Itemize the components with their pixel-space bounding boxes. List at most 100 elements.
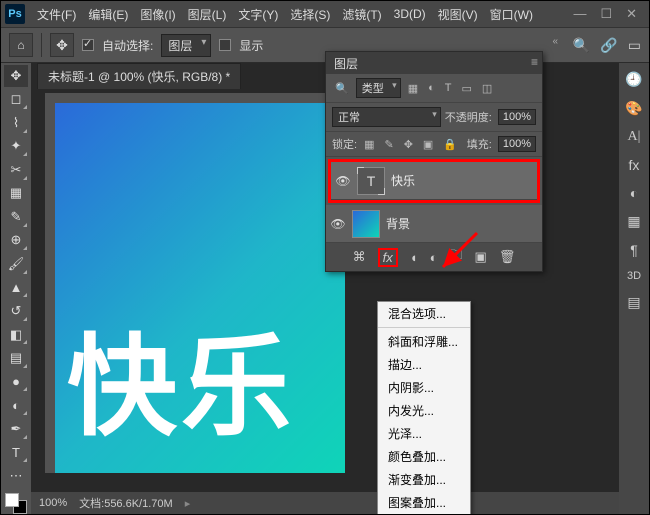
swatches-panel-icon[interactable]: ▦ [627, 213, 640, 230]
layer-row[interactable]: 👁 T 快乐 [331, 162, 537, 200]
move-tool-icon[interactable]: ✥ [50, 33, 74, 57]
minimize-icon[interactable]: — [573, 6, 586, 22]
type-tool[interactable]: T [4, 442, 28, 464]
filter-adjust-icon[interactable]: ◐ [425, 82, 438, 94]
menu-window[interactable]: 窗口(W) [484, 6, 539, 23]
healing-tool[interactable]: ⊕ [4, 230, 28, 252]
filter-pixel-icon[interactable]: ▦ [405, 82, 421, 95]
dodge-tool[interactable]: ◐ [4, 394, 28, 416]
visibility-toggle-icon[interactable]: 👁 [330, 217, 346, 231]
move-tool[interactable]: ✥ [4, 65, 28, 87]
layer-mask-icon[interactable]: ◖ [410, 250, 418, 265]
character-panel-icon[interactable]: A| [628, 129, 641, 145]
panel-menu-icon[interactable]: ≡ [531, 55, 538, 69]
layer-row[interactable]: 👁 背景 [326, 205, 542, 243]
menu-filter[interactable]: 滤镜(T) [336, 6, 387, 23]
blur-tool[interactable]: ● [4, 371, 28, 393]
fx-satin[interactable]: 光泽... [378, 422, 470, 445]
lock-brush-icon[interactable]: ✎ [381, 138, 396, 151]
lasso-tool[interactable]: ⌇ [4, 112, 28, 134]
opacity-value[interactable]: 100% [498, 109, 536, 125]
fx-stroke[interactable]: 描边... [378, 353, 470, 376]
panel-collapse-icon[interactable]: « [552, 36, 558, 47]
paragraph-panel-icon[interactable]: ¶ [630, 242, 638, 258]
arrange-icon[interactable]: ▭ [628, 37, 641, 54]
maximize-icon[interactable]: ☐ [600, 6, 612, 22]
auto-select-checkbox[interactable] [82, 39, 94, 51]
menu-select[interactable]: 选择(S) [284, 6, 336, 23]
menu-image[interactable]: 图像(I) [134, 6, 181, 23]
fx-bevel-emboss[interactable]: 斜面和浮雕... [378, 330, 470, 353]
auto-select-dropdown[interactable]: 图层 [161, 34, 211, 57]
history-panel-icon[interactable]: 🕘 [625, 71, 642, 88]
share-icon[interactable]: 🔗 [600, 37, 617, 54]
styles-panel-icon[interactable]: fx [629, 157, 640, 173]
home-icon[interactable]: ⌂ [9, 33, 33, 57]
layers-panel: « 图层 ≡ 🔍 类型 ▦ ◐ T ▭ ◫ 正常 不透明度: 100% 锁定: … [325, 51, 543, 272]
menu-file[interactable]: 文件(F) [31, 6, 82, 23]
3d-panel-icon[interactable]: 3D [627, 270, 641, 282]
pen-tool[interactable]: ✒ [4, 418, 28, 440]
lock-position-icon[interactable]: ✥ [401, 138, 416, 151]
layer-fx-button[interactable]: fx [378, 248, 398, 267]
close-icon[interactable]: ✕ [626, 6, 637, 22]
lock-pixels-icon[interactable]: ▦ [361, 138, 377, 151]
status-chevron-icon[interactable]: ▸ [185, 497, 191, 510]
layer-list: 👁 T 快乐 👁 背景 [326, 159, 542, 243]
blend-mode-dropdown[interactable]: 正常 [332, 107, 441, 127]
fx-inner-shadow[interactable]: 内阴影... [378, 376, 470, 399]
frame-tool[interactable]: ▦ [4, 183, 28, 205]
menu-3d[interactable]: 3D(D) [388, 7, 432, 21]
fill-value[interactable]: 100% [498, 136, 536, 152]
canvas-text-layer: 快乐 [67, 333, 295, 443]
filter-type-dropdown[interactable]: 类型 [356, 78, 401, 98]
new-layer-icon[interactable]: ▣ [475, 249, 487, 265]
filter-search-icon[interactable]: 🔍 [332, 82, 352, 95]
layers-panel-title: 图层 [334, 55, 358, 72]
adjustments-panel-icon[interactable]: ◐ [630, 185, 638, 201]
menu-edit[interactable]: 编辑(E) [82, 6, 134, 23]
fx-gradient-overlay[interactable]: 渐变叠加... [378, 468, 470, 491]
link-layers-icon[interactable]: ⌘ [353, 249, 366, 265]
layers-panel-icon[interactable]: ▤ [627, 294, 640, 311]
document-tab[interactable]: 未标题-1 @ 100% (快乐, RGB/8) * [37, 63, 241, 89]
delete-layer-icon[interactable]: 🗑 [499, 249, 516, 265]
ellipsis-tool[interactable]: ⋯ [4, 465, 28, 487]
eraser-tool[interactable]: ◧ [4, 324, 28, 346]
show-transform-checkbox[interactable] [219, 39, 231, 51]
canvas[interactable]: 快乐 [55, 103, 345, 473]
show-label: 显示 [239, 37, 263, 54]
adjustment-layer-icon[interactable]: ◐ [430, 250, 438, 265]
filter-type-icon[interactable]: T [442, 82, 455, 94]
search-icon[interactable]: 🔍 [573, 37, 590, 54]
filter-smart-icon[interactable]: ◫ [479, 82, 495, 95]
color-swatches[interactable] [5, 493, 27, 515]
menu-layer[interactable]: 图层(L) [182, 6, 233, 23]
menu-type[interactable]: 文字(Y) [232, 6, 284, 23]
filter-shape-icon[interactable]: ▭ [459, 82, 475, 95]
color-panel-icon[interactable]: 🎨 [625, 100, 642, 117]
fx-inner-glow[interactable]: 内发光... [378, 399, 470, 422]
stamp-tool[interactable]: ▲ [4, 277, 28, 299]
lock-all-icon[interactable]: 🔒 [440, 138, 460, 151]
history-brush-tool[interactable]: ↺ [4, 300, 28, 322]
layer-name[interactable]: 快乐 [391, 172, 415, 189]
gradient-tool[interactable]: ▤ [4, 347, 28, 369]
fx-pattern-overlay[interactable]: 图案叠加... [378, 491, 470, 514]
lock-artboard-icon[interactable]: ▣ [420, 138, 436, 151]
layers-panel-footer: ⌘ fx ◖ ◐ 🗀 ▣ 🗑 [326, 243, 542, 271]
group-layers-icon[interactable]: 🗀 [450, 246, 463, 268]
visibility-toggle-icon[interactable]: 👁 [335, 174, 351, 188]
fx-color-overlay[interactable]: 颜色叠加... [378, 445, 470, 468]
layer-name[interactable]: 背景 [386, 215, 410, 232]
menu-view[interactable]: 视图(V) [432, 6, 484, 23]
fx-blending-options[interactable]: 混合选项... [378, 302, 470, 325]
lock-label: 锁定: [332, 136, 357, 152]
eyedropper-tool[interactable]: ✎ [4, 206, 28, 228]
app-window: Ps 文件(F) 编辑(E) 图像(I) 图层(L) 文字(Y) 选择(S) 滤… [0, 0, 650, 515]
marquee-tool[interactable]: ◻ [4, 89, 28, 111]
brush-tool[interactable]: 🖌 [4, 253, 28, 275]
crop-tool[interactable]: ✂ [4, 159, 28, 181]
zoom-level[interactable]: 100% [39, 497, 67, 509]
quick-select-tool[interactable]: ✦ [4, 136, 28, 158]
